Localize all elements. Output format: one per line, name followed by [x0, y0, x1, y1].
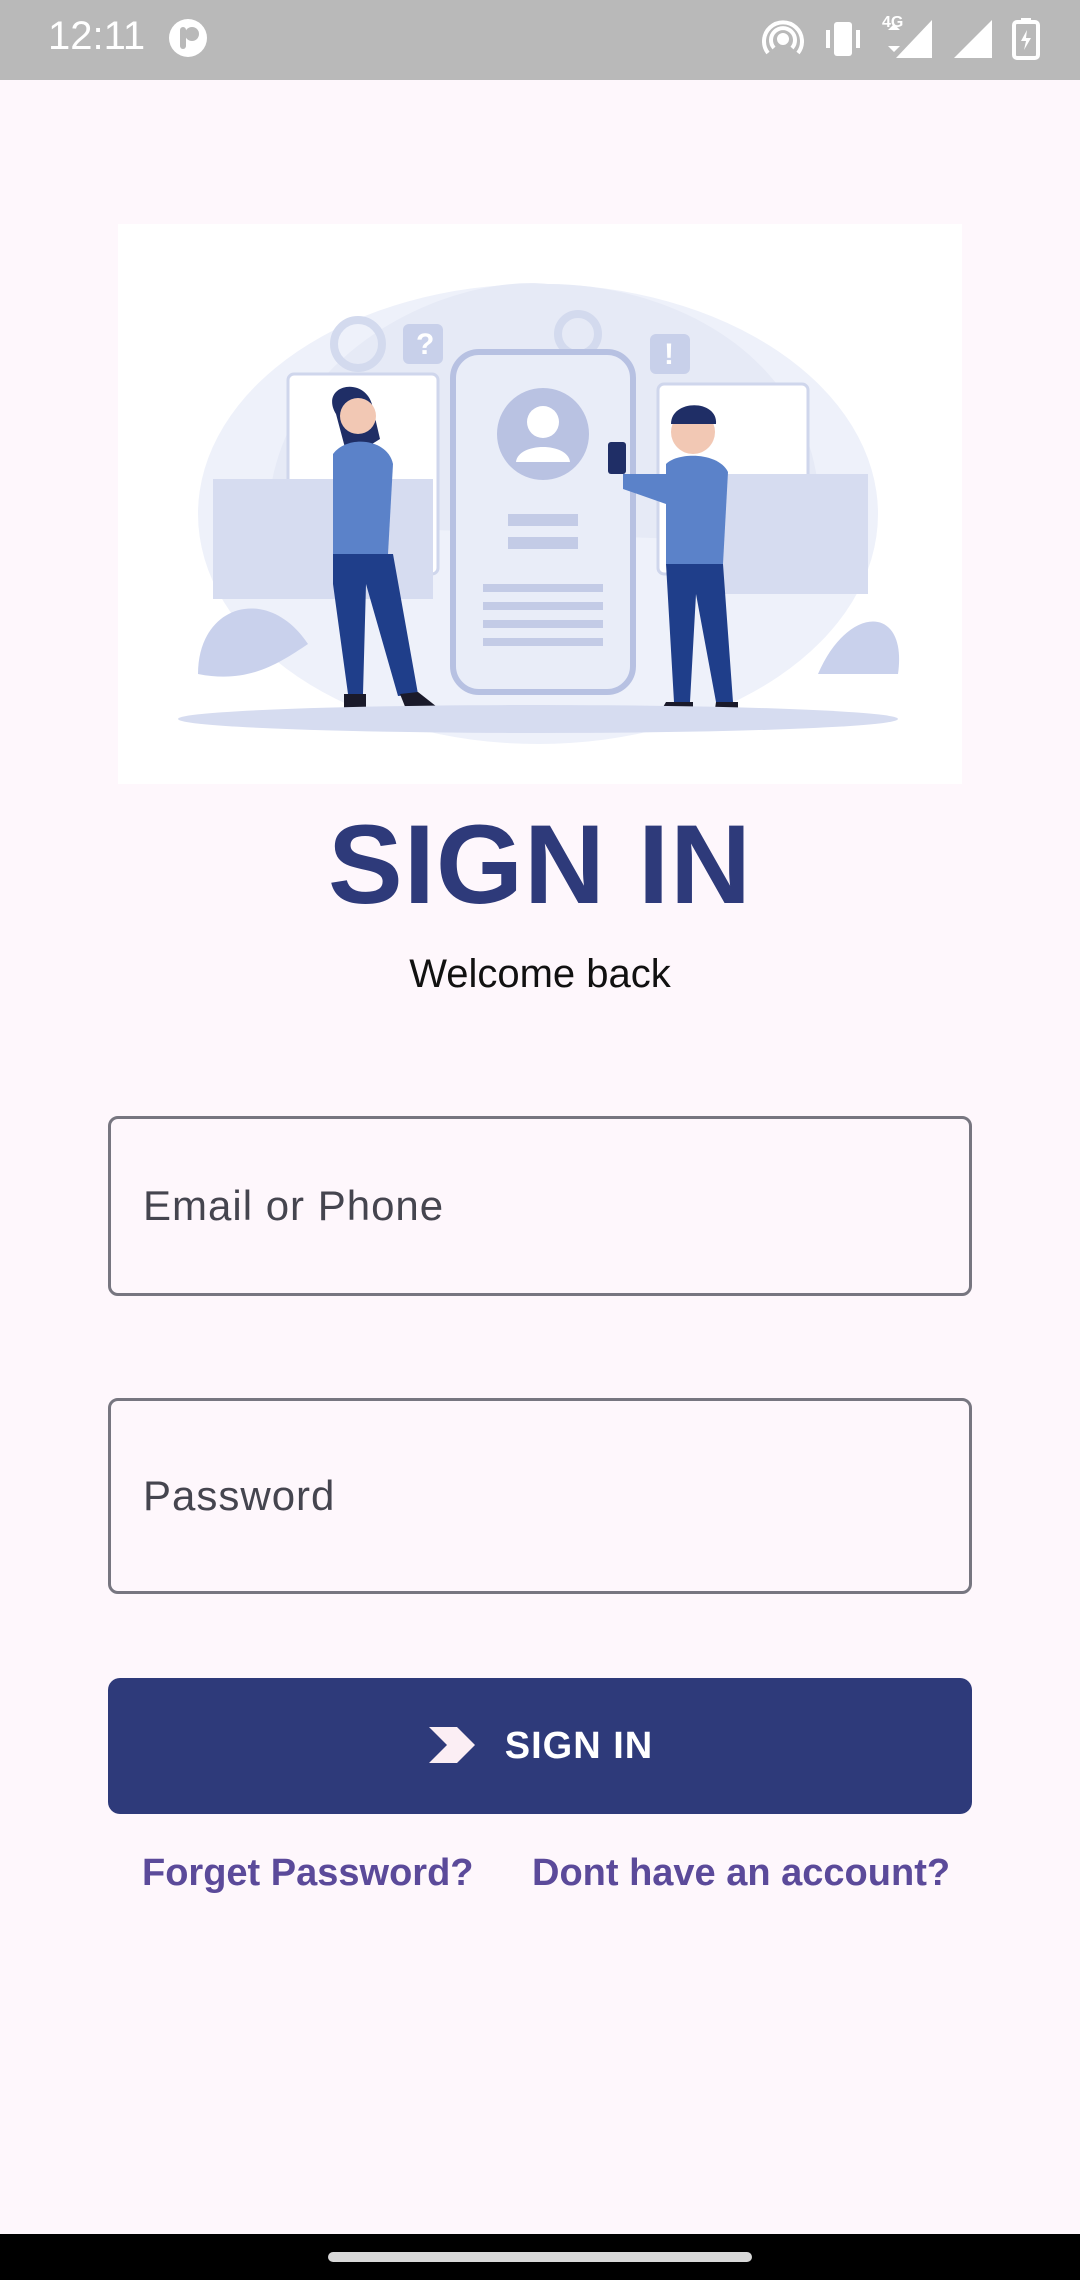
page-title: SIGN IN: [328, 802, 752, 927]
hero-illustration: ? !: [118, 224, 962, 784]
hotspot-icon: [762, 18, 804, 60]
signal-icon: [952, 18, 994, 60]
email-or-phone-input[interactable]: [111, 1119, 969, 1293]
app-notification-icon: [168, 18, 208, 63]
vibrate-icon: [822, 18, 864, 60]
sign-in-button-label: SIGN IN: [504, 1724, 654, 1767]
password-field-container: [108, 1398, 972, 1594]
home-indicator[interactable]: [328, 2252, 752, 2262]
chevron-arrow-icon: [427, 1725, 477, 1768]
sign-up-link[interactable]: Dont have an account?: [532, 1852, 950, 1895]
status-bar: 12:11 4G: [0, 0, 1080, 80]
battery-icon: [1012, 18, 1040, 60]
page-subtitle: Welcome back: [409, 952, 671, 996]
svg-text:!: !: [664, 338, 674, 371]
password-input[interactable]: [111, 1401, 969, 1591]
status-time: 12:11: [48, 14, 146, 58]
two-people-profile-illustration: ? !: [178, 283, 900, 744]
svg-text:?: ?: [416, 328, 434, 361]
email-field-container: [108, 1116, 972, 1296]
forget-password-link[interactable]: Forget Password?: [142, 1852, 474, 1895]
mobile-data-icon: [882, 18, 934, 60]
sign-in-button[interactable]: SIGN IN: [108, 1678, 972, 1814]
